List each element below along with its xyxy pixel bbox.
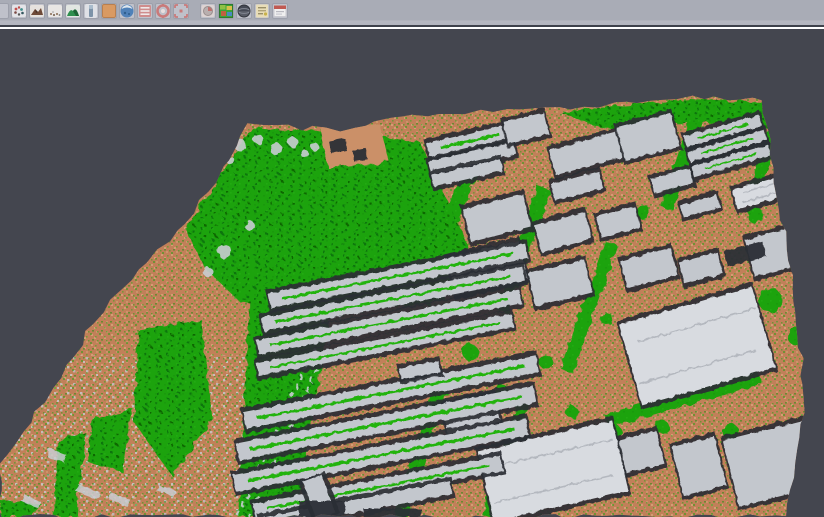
- clipped-tool-button[interactable]: [0, 3, 9, 19]
- viewport-3d[interactable]: [0, 29, 824, 517]
- web-globe-button[interactable]: [119, 3, 135, 19]
- mesh-globe-button[interactable]: [236, 3, 252, 19]
- red-layers-button[interactable]: [137, 3, 153, 19]
- report-button[interactable]: [254, 3, 270, 19]
- colorize-points-icon: [11, 3, 27, 19]
- red-gear-button[interactable]: [155, 3, 171, 19]
- terrain-model-button[interactable]: [29, 3, 45, 19]
- point-density-button[interactable]: [47, 3, 63, 19]
- classification-map-button[interactable]: [218, 3, 234, 19]
- red-selection-button[interactable]: [173, 3, 189, 19]
- mask-tool-icon: [200, 3, 216, 19]
- terrain-model-icon: [29, 3, 45, 19]
- vegetation-model-button[interactable]: [65, 3, 81, 19]
- contact-card-button[interactable]: [272, 3, 288, 19]
- mesh-globe-icon: [236, 3, 252, 19]
- orthophoto-button[interactable]: [101, 3, 117, 19]
- app-window: [0, 0, 824, 517]
- toolbar: [0, 0, 824, 27]
- classification-map-icon: [218, 3, 234, 19]
- colorize-points-button[interactable]: [11, 3, 27, 19]
- orthophoto-icon: [101, 3, 117, 19]
- profile-tool-icon: [83, 3, 99, 19]
- red-selection-icon: [173, 3, 189, 19]
- mask-tool-button[interactable]: [200, 3, 216, 19]
- contact-card-icon: [272, 3, 288, 19]
- red-gear-icon: [155, 3, 171, 19]
- profile-tool-button[interactable]: [83, 3, 99, 19]
- clipped-tool-icon: [0, 3, 9, 19]
- web-globe-icon: [119, 3, 135, 19]
- vegetation-model-icon: [65, 3, 81, 19]
- red-layers-icon: [137, 3, 153, 19]
- terrain-scene: [0, 29, 824, 517]
- report-icon: [254, 3, 270, 19]
- point-density-icon: [47, 3, 63, 19]
